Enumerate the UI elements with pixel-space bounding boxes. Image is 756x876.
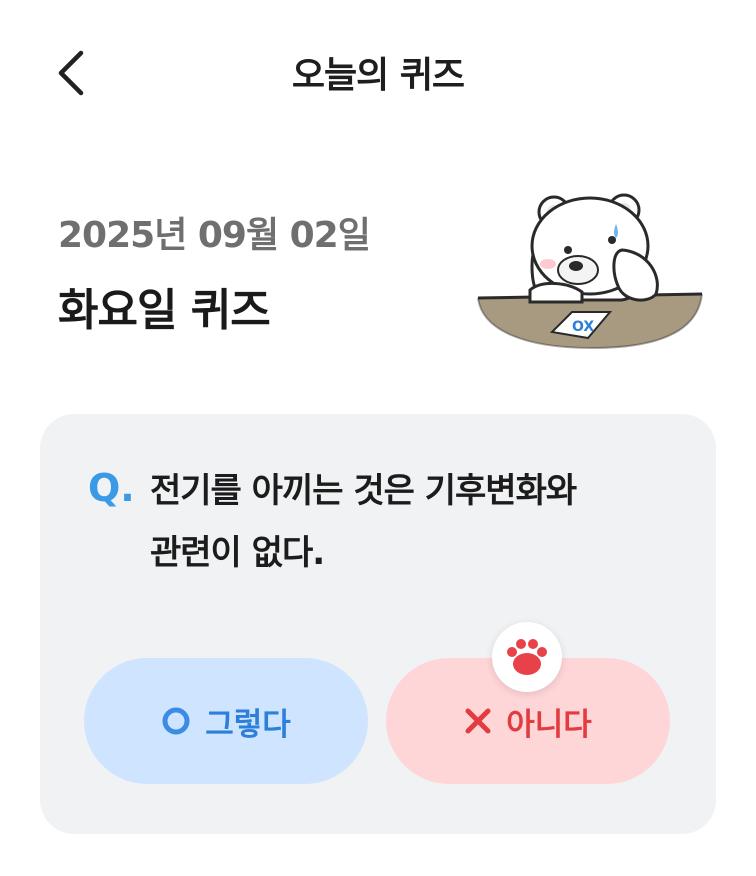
bear-illustration: OX [477,193,703,350]
quiz-day-title: 화요일 퀴즈 [58,285,271,336]
answer-yes-button[interactable]: 그렇다 [84,658,368,784]
question-line-1: 전기를 아끼는 것은 기후변화와 [150,471,577,511]
question-line-2: 관련이 없다. [150,533,325,573]
paw-badge [492,622,562,692]
ox-paper-label: OX [572,319,594,335]
top-bar: 오늘의 퀴즈 [0,0,756,150]
answer-yes-label: 그렇다 [205,706,291,743]
answer-no-label: 아니다 [506,706,592,743]
page-title: 오늘의 퀴즈 [291,55,465,96]
circle-o-icon [162,707,190,735]
quiz-card: Q. 전기를 아끼는 것은 기후변화와 관련이 없다. 그렇다 아니다 [40,414,716,834]
question-marker: Q. [88,466,135,510]
paw-icon [507,639,547,675]
question-text: 전기를 아끼는 것은 기후변화와 관련이 없다. [150,460,670,584]
quiz-date: 2025년 09월 02일 [58,215,371,256]
x-icon [465,708,491,734]
